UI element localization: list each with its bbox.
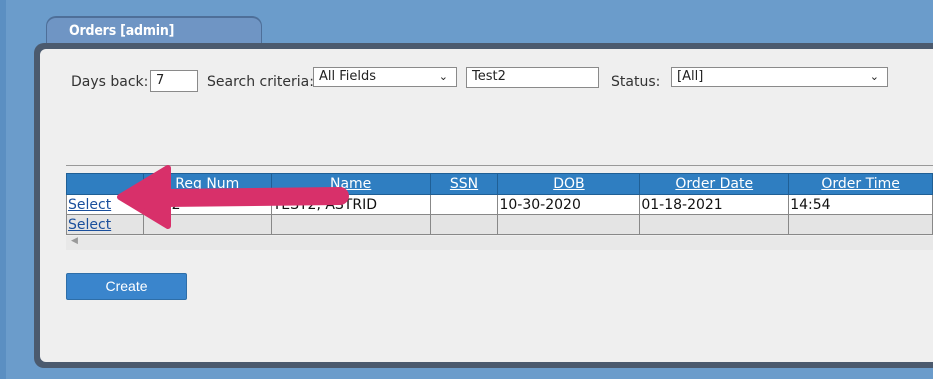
- header-order-date[interactable]: Order Date: [639, 173, 790, 195]
- select-link[interactable]: Select: [68, 217, 111, 233]
- scroll-left-icon[interactable]: ◀: [71, 236, 78, 246]
- table-header-row: Req Num Name SSN DOB Order Date Order Ti…: [66, 173, 933, 195]
- select-cell: Select: [66, 214, 144, 235]
- header-name[interactable]: Name: [270, 173, 431, 195]
- days-back-label: Days back:: [71, 74, 149, 90]
- name-cell: TEST2, ASTRID: [270, 194, 431, 215]
- dob-cell: [497, 214, 641, 235]
- horizontal-scrollbar[interactable]: [66, 236, 933, 250]
- header-select: [66, 173, 144, 195]
- ssn-cell: [429, 194, 499, 215]
- tab-title: Orders [admin]: [69, 23, 175, 39]
- table-row: Select: [66, 214, 933, 235]
- days-back-input[interactable]: 7: [150, 70, 198, 92]
- search-text-input[interactable]: Test2: [466, 67, 599, 88]
- header-order-time[interactable]: Order Time: [788, 173, 933, 195]
- create-button[interactable]: Create: [66, 273, 187, 300]
- tab-orders[interactable]: Orders [admin]: [46, 16, 262, 46]
- divider: [66, 165, 933, 166]
- status-value: [All]: [677, 69, 704, 84]
- select-link[interactable]: Select: [68, 197, 111, 213]
- chevron-down-icon: ⌄: [438, 70, 448, 83]
- table-row: Select 0072 TEST2, ASTRID 10-30-2020 01-…: [66, 194, 933, 215]
- status-select[interactable]: [All] ⌄: [671, 67, 888, 87]
- dob-cell: 10-30-2020: [497, 194, 641, 215]
- header-ssn[interactable]: SSN: [429, 173, 499, 195]
- order-time-cell: [788, 214, 933, 235]
- status-label: Status:: [611, 74, 661, 90]
- ssn-cell: [429, 214, 499, 235]
- req-num-cell: 0072: [142, 194, 272, 215]
- search-criteria-select[interactable]: All Fields ⌄: [313, 67, 457, 87]
- header-dob[interactable]: DOB: [497, 173, 641, 195]
- req-num-cell: [142, 214, 272, 235]
- chevron-down-icon: ⌄: [869, 70, 879, 83]
- search-criteria-value: All Fields: [319, 69, 377, 84]
- orders-table: Req Num Name SSN DOB Order Date Order Ti…: [66, 173, 933, 235]
- order-date-cell: [639, 214, 790, 235]
- order-time-cell: 14:54: [788, 194, 933, 215]
- search-criteria-label: Search criteria:: [207, 74, 314, 90]
- order-date-cell: 01-18-2021: [639, 194, 790, 215]
- header-req-num[interactable]: Req Num: [142, 173, 272, 195]
- select-cell: Select: [66, 194, 144, 215]
- name-cell: [270, 214, 431, 235]
